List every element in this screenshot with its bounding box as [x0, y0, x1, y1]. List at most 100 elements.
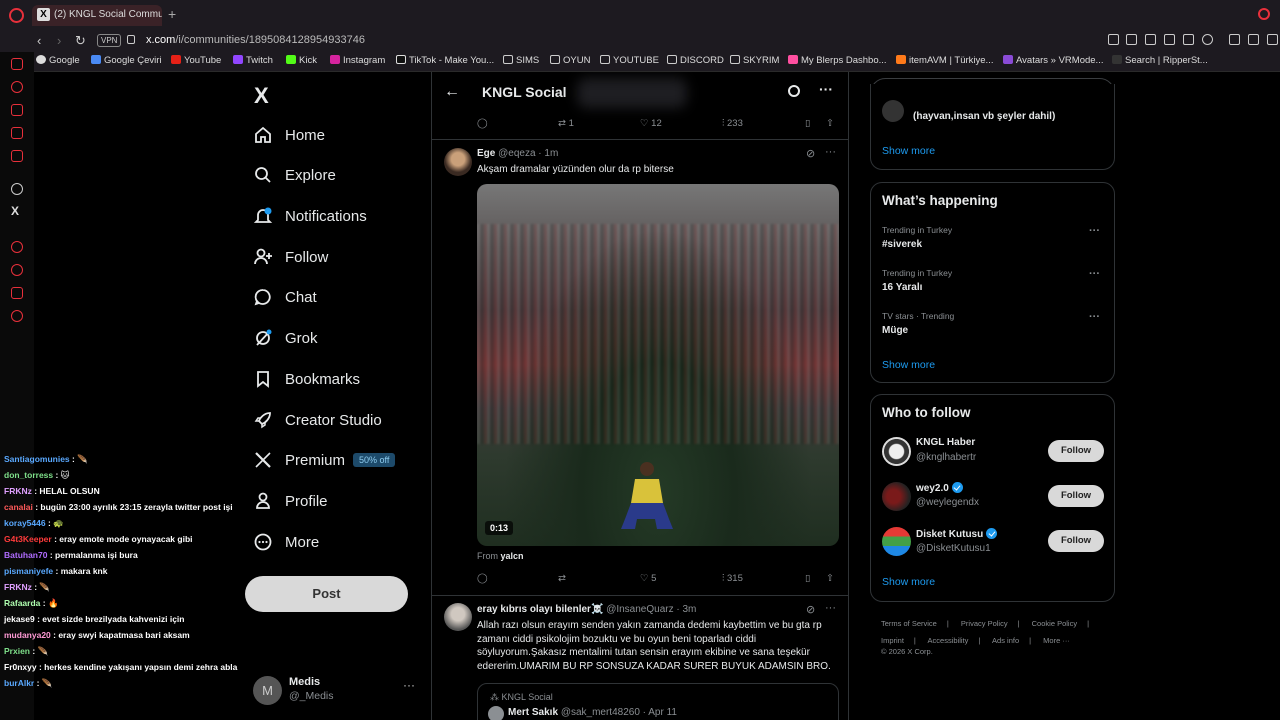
snapshot-icon[interactable]	[1126, 34, 1137, 45]
bookmark-folder-youtube[interactable]: YOUTUBE	[600, 55, 659, 66]
avatar[interactable]	[882, 527, 911, 556]
avatar[interactable]	[882, 437, 911, 466]
chat-username[interactable]: Batuhan70	[4, 550, 47, 560]
chat-username[interactable]: Fr0nxyy	[4, 662, 37, 672]
sidebar-refresh-icon[interactable]	[11, 81, 23, 93]
sidebar-chatgpt-icon[interactable]	[11, 183, 23, 195]
views-button[interactable]: ⫶ 315	[722, 573, 743, 584]
pin-icon[interactable]	[1108, 34, 1119, 45]
bookmark-folder-oyun[interactable]: OYUN	[550, 55, 590, 66]
chat-username[interactable]: G4t3Keeper	[4, 534, 52, 544]
like-button[interactable]: ♡ 12	[640, 118, 662, 129]
trend-item[interactable]: #siverek	[882, 239, 922, 250]
lock-icon[interactable]	[127, 35, 135, 44]
more-icon[interactable]: ···	[1089, 225, 1100, 237]
back-icon[interactable]: ‹	[37, 33, 41, 48]
bookmark-ripperstore[interactable]: Search | RipperSt...	[1112, 55, 1208, 66]
more-icon[interactable]: ···	[403, 678, 415, 692]
wallet-icon[interactable]	[1164, 34, 1175, 45]
nav-chat[interactable]: Chat	[253, 282, 317, 312]
sidebar-extensions-icon[interactable]	[11, 287, 23, 299]
footer-link[interactable]: Terms of Service	[881, 619, 937, 628]
more-icon[interactable]: ···	[819, 81, 833, 97]
bookmark-folder-sims[interactable]: SIMS	[503, 55, 539, 66]
forward-icon[interactable]: ›	[57, 33, 61, 48]
sidebar-settings-icon[interactable]	[11, 310, 23, 322]
sidebar-mail-icon[interactable]	[11, 58, 23, 70]
heart-icon[interactable]	[1202, 34, 1213, 45]
chat-username[interactable]: burAlkr	[4, 678, 34, 688]
show-more-link[interactable]: Show more	[882, 359, 935, 371]
footer-link[interactable]: More ···	[1043, 636, 1070, 645]
bookmark-google-translate[interactable]: Google Çeviri	[91, 55, 162, 66]
follow-suggestion-name[interactable]: wey2.0	[916, 482, 963, 494]
source-user[interactable]: yalcn	[501, 551, 524, 561]
grok-icon[interactable]: ⊘	[806, 603, 815, 616]
tweet-author[interactable]: eray kıbrıs olayı bilenler☠️ @InsaneQuar…	[477, 604, 696, 615]
views-button[interactable]: ⫶ 233	[722, 118, 743, 129]
follow-button[interactable]: Follow	[1048, 440, 1104, 462]
chat-username[interactable]: jekase9	[4, 614, 35, 624]
bookmark-itemavm[interactable]: itemAVM | Türkiye...	[896, 55, 993, 66]
follow-button[interactable]: Follow	[1048, 485, 1104, 507]
nav-premium[interactable]: Premium 50% off	[253, 445, 396, 475]
menu-icon[interactable]	[1267, 34, 1278, 45]
bookmark-vrmodels[interactable]: Avatars » VRMode...	[1003, 55, 1103, 66]
chat-username[interactable]: Rafaarda	[4, 598, 40, 608]
trend-item[interactable]: 16 Yaralı	[882, 282, 922, 293]
quoted-tweet[interactable]: ⁂ KNGL Social Mert Sakık @sak_mert48260 …	[477, 683, 839, 720]
nav-more[interactable]: More	[253, 527, 319, 557]
follow-suggestion-name[interactable]: KNGL Haber	[916, 437, 975, 448]
download-icon[interactable]	[1248, 34, 1259, 45]
chat-username[interactable]: mudanya20	[4, 630, 51, 640]
shield-icon[interactable]	[1145, 34, 1156, 45]
avatar[interactable]	[882, 482, 911, 511]
like-button[interactable]: ♡ 5	[640, 573, 656, 584]
sidebar-bag-icon[interactable]	[11, 104, 23, 116]
sidebar-history-icon[interactable]	[11, 264, 23, 276]
nav-notifications[interactable]: Notifications	[253, 201, 367, 231]
tweet-video[interactable]: 0:13	[477, 184, 839, 546]
reload-icon[interactable]: ↻	[75, 33, 86, 49]
bookmark-youtube[interactable]: YouTube	[171, 55, 221, 66]
chat-username[interactable]: Santiagomunies	[4, 454, 70, 464]
more-icon[interactable]: ···	[825, 602, 836, 614]
chat-username[interactable]: canalai	[4, 502, 33, 512]
back-arrow-icon[interactable]: ←	[444, 83, 460, 101]
sidebar-x-icon[interactable]: X	[11, 204, 19, 218]
footer-link[interactable]: Imprint	[881, 636, 904, 645]
trend-item[interactable]: Müge	[882, 325, 908, 336]
reply-icon[interactable]: ◯	[477, 118, 488, 129]
bookmark-instagram[interactable]: Instagram	[330, 55, 385, 66]
grok-icon[interactable]: ⊘	[806, 147, 815, 160]
bookmark-icon[interactable]: ▯	[805, 573, 810, 584]
bookmark-kick[interactable]: Kick	[286, 55, 317, 66]
share-icon[interactable]: ⇧	[826, 573, 834, 584]
chat-username[interactable]: FRKNz	[4, 486, 32, 496]
vpn-badge[interactable]: VPN	[97, 34, 122, 47]
post-button[interactable]: Post	[245, 576, 408, 612]
chat-username[interactable]: FRKNz	[4, 582, 32, 592]
nav-follow[interactable]: Follow	[253, 242, 328, 272]
nav-bookmarks[interactable]: Bookmarks	[253, 364, 360, 394]
account-switcher[interactable]: M Medis @_Medis ···	[253, 674, 423, 710]
chat-username[interactable]: pismaniyefe	[4, 566, 53, 576]
chat-username[interactable]: Prxien	[4, 646, 30, 656]
x-logo-icon[interactable]: X	[254, 83, 269, 109]
follow-suggestion-name[interactable]: Disket Kutusu	[916, 528, 998, 540]
bookmark-tiktok[interactable]: TikTok - Make You...	[396, 55, 494, 66]
bookmark-blerps[interactable]: My Blerps Dashbo...	[788, 55, 887, 66]
bookmark-twitch[interactable]: Twitch	[233, 55, 273, 66]
bookmark-folder-skyrim[interactable]: SKYRIM	[730, 55, 779, 66]
player-icon[interactable]	[1183, 34, 1194, 45]
nav-explore[interactable]: Explore	[253, 160, 336, 190]
footer-link[interactable]: Ads info	[992, 636, 1019, 645]
chat-username[interactable]: koray5446	[4, 518, 46, 528]
sidebar-game-icon[interactable]	[11, 127, 23, 139]
bookmark-icon[interactable]: ▯	[805, 118, 810, 129]
sidebar-player-icon[interactable]	[11, 241, 23, 253]
bookmark-google[interactable]: Google	[36, 55, 80, 66]
avatar[interactable]	[444, 603, 472, 631]
follow-button[interactable]: Follow	[1048, 530, 1104, 552]
extensions-icon[interactable]	[1229, 34, 1240, 45]
